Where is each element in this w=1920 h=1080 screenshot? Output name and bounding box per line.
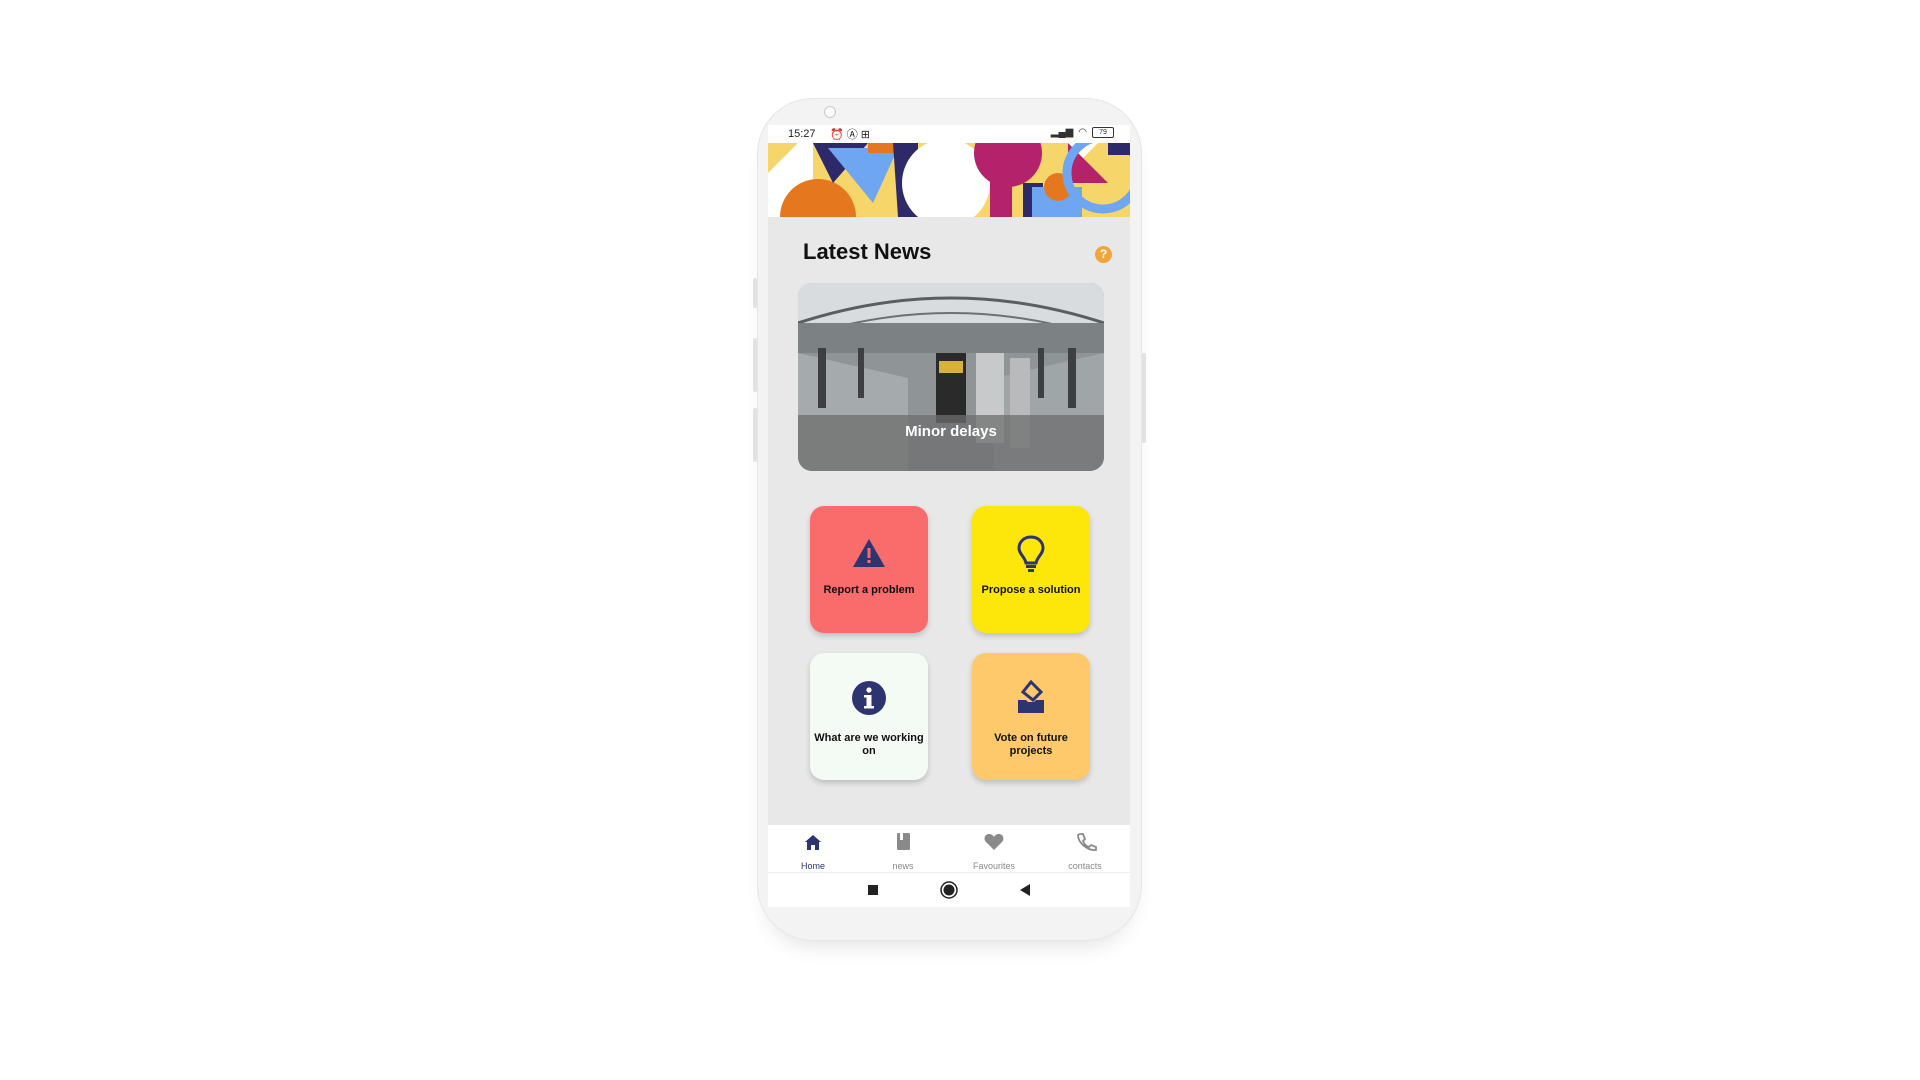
- working-on-label: What are we working on: [814, 732, 924, 757]
- recents-button[interactable]: [868, 885, 878, 895]
- status-bar: 15:27 ⏰Ⓐ⊞ ▂▄▆ ◠ 79: [768, 125, 1130, 143]
- side-button: [753, 278, 757, 308]
- phone-icon: [1077, 833, 1097, 851]
- back-button[interactable]: [1020, 884, 1030, 896]
- vote-projects-button[interactable]: Vote on future projects: [972, 653, 1090, 780]
- wifi-icon: ◠: [1078, 127, 1087, 138]
- tab-contacts[interactable]: contacts: [1040, 825, 1130, 872]
- bottom-tab-bar: Home news Favourites contacts: [768, 825, 1130, 872]
- front-camera: [824, 106, 836, 118]
- home-icon: [805, 835, 821, 850]
- tab-home[interactable]: Home: [768, 825, 858, 872]
- propose-solution-label: Propose a solution: [981, 584, 1081, 596]
- volume-down-button: [753, 408, 757, 462]
- working-on-button[interactable]: What are we working on: [810, 653, 928, 780]
- lightbulb-icon: [972, 534, 1090, 574]
- book-icon: [897, 833, 910, 850]
- home-content: Latest News ? Minor delays Report a prob…: [768, 217, 1130, 825]
- help-icon[interactable]: ?: [1095, 246, 1112, 263]
- status-notification-icons: ⏰Ⓐ⊞: [830, 129, 873, 141]
- tab-home-label: Home: [800, 861, 825, 871]
- propose-solution-button[interactable]: Propose a solution: [972, 506, 1090, 633]
- page-title: Latest News: [803, 239, 932, 264]
- status-time: 15:27: [788, 128, 816, 140]
- volume-up-button: [753, 338, 757, 392]
- app-screen: 15:27 ⏰Ⓐ⊞ ▂▄▆ ◠ 79 Latest News ? Minor d…: [768, 125, 1130, 907]
- power-button: [1142, 353, 1146, 443]
- news-card[interactable]: Minor delays: [798, 283, 1104, 471]
- tab-contacts-label: contacts: [1068, 861, 1102, 871]
- report-problem-button[interactable]: Report a problem: [810, 506, 928, 633]
- home-nav-button[interactable]: [940, 881, 958, 899]
- header-banner: [768, 143, 1130, 217]
- battery-icon: 79: [1092, 127, 1114, 138]
- info-icon: [810, 680, 928, 720]
- heart-icon: [984, 834, 1004, 850]
- report-problem-label: Report a problem: [823, 584, 915, 596]
- phone-frame: 15:27 ⏰Ⓐ⊞ ▂▄▆ ◠ 79 Latest News ? Minor d…: [753, 98, 1146, 941]
- tab-favourites-label: Favourites: [972, 861, 1016, 871]
- tab-news-label: news: [892, 861, 914, 871]
- system-nav-bar: [768, 872, 1130, 907]
- status-right: ▂▄▆ ◠ 79: [1051, 127, 1114, 138]
- warning-icon: [810, 536, 928, 576]
- news-caption-bar: Minor delays: [798, 415, 1104, 471]
- ballot-box-icon: [972, 679, 1090, 720]
- signal-icon: ▂▄▆: [1050, 127, 1074, 138]
- tab-news[interactable]: news: [858, 825, 948, 872]
- news-caption: Minor delays: [905, 423, 997, 440]
- tab-favourites[interactable]: Favourites: [949, 825, 1039, 872]
- vote-projects-label: Vote on future projects: [994, 732, 1068, 757]
